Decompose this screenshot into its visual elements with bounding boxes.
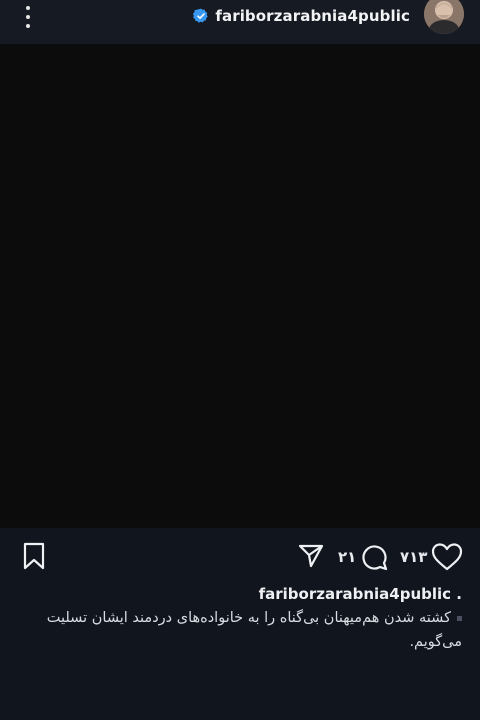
comment-button[interactable]: ۲۱ [338, 542, 390, 572]
like-button[interactable]: ۷۱۳ [400, 542, 463, 572]
heart-icon [432, 543, 463, 571]
send-icon [298, 544, 324, 568]
verified-badge-icon [193, 8, 209, 23]
save-button[interactable] [22, 542, 46, 570]
caption-username[interactable]: fariborzarabnia4public . [259, 585, 462, 603]
post-user[interactable]: fariborzarabnia4public [193, 6, 410, 26]
share-button[interactable] [297, 542, 325, 570]
caption-bullet [457, 615, 462, 621]
bookmark-icon [23, 542, 45, 570]
post-actions: ۲۱ ۷۱۳ [0, 528, 480, 584]
more-options-icon[interactable] [18, 6, 38, 28]
caption-text: کشته شدن هم‌میهنان بی‌گناه را به خانواده… [46, 610, 462, 650]
caption-text-block: کشته شدن هم‌میهنان بی‌گناه را به خانواده… [22, 606, 462, 654]
username[interactable]: fariborzarabnia4public [215, 7, 410, 25]
comment-icon [362, 545, 388, 571]
like-count: ۷۱۳ [400, 548, 428, 566]
post-media[interactable] [0, 44, 480, 528]
post-header: fariborzarabnia4public [0, 0, 480, 44]
avatar[interactable] [424, 0, 464, 34]
comment-count: ۲۱ [338, 548, 357, 566]
profile-avatar-image [424, 0, 464, 34]
